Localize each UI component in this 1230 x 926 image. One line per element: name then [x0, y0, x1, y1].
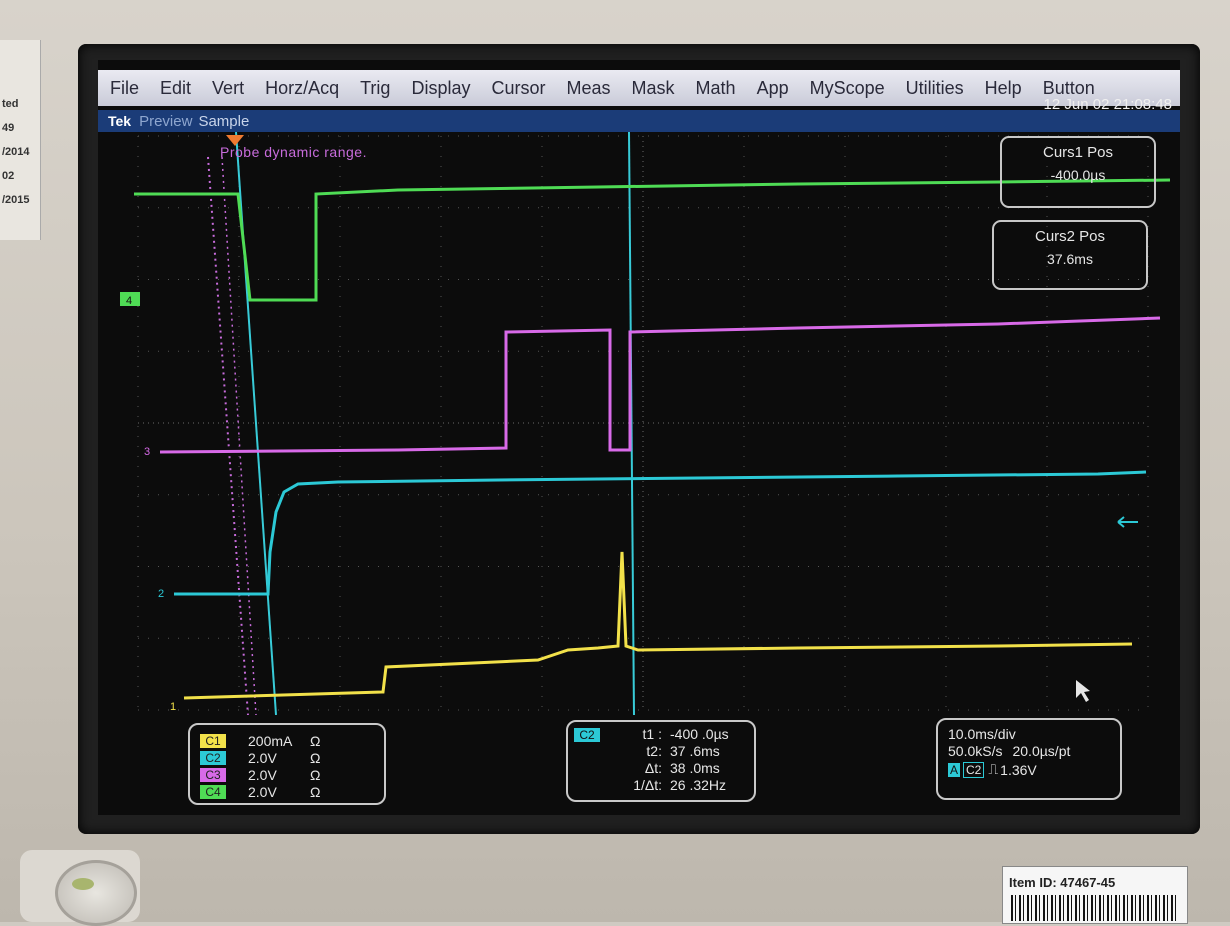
ch1-marker-label[interactable]: 1 — [170, 701, 176, 713]
cursor2-value: 37.6ms — [1047, 251, 1093, 267]
power-led-icon — [72, 878, 94, 890]
scope-screen: File Edit Vert Horz/Acq Trig Display Cur… — [98, 60, 1180, 815]
sticker-line: ted — [2, 98, 19, 110]
ch2-waveform — [174, 470, 1147, 596]
channel-settings-panel[interactable]: C1 200mA Ω C2 2.0V Ω C3 2.0V Ω C4 2.0V Ω — [188, 723, 386, 805]
meas-frequency-key: 1/Δt: — [633, 777, 662, 793]
menu-math[interactable]: Math — [696, 78, 736, 99]
asset-tag-text: Item ID: 47467-45 — [1009, 875, 1116, 890]
acquisition-mode-label: Sample — [198, 112, 250, 130]
status-bar: Tek Preview Sample — [98, 110, 1180, 132]
ch1-tag: C1 — [200, 734, 226, 748]
menu-file[interactable]: File — [110, 78, 139, 99]
ch2-marker-label[interactable]: 2 — [158, 588, 164, 600]
meas-frequency-value: 26 .32Hz — [670, 777, 727, 793]
cursor-measurement-panel[interactable]: C2 t1 : -400 .0µs t2: 37 .6ms Δt: 38 .0m… — [566, 720, 756, 802]
menu-app[interactable]: App — [757, 78, 789, 99]
menu-mask[interactable]: Mask — [632, 78, 675, 99]
power-button[interactable] — [55, 860, 137, 926]
sticker-line: /2015 — [2, 194, 30, 206]
trigger-a-tag: A — [948, 762, 961, 777]
ch2-impedance: Ω — [310, 750, 321, 766]
ch4-scale: 2.0V — [248, 784, 277, 800]
ch1-setting-row[interactable]: C1 200mA Ω — [200, 733, 326, 749]
trigger-slope-icon: ⎍ — [988, 761, 999, 777]
ch4-impedance: Ω — [310, 784, 321, 800]
ch1-waveform — [183, 551, 1133, 700]
meas-row-delta-t: Δt: 38 .0ms — [604, 760, 720, 776]
menu-display[interactable]: Display — [411, 78, 470, 99]
trigger-source-tag: C2 — [963, 761, 985, 778]
time-per-div: 10.0ms/div — [948, 726, 1016, 742]
measurement-source-tag: C2 — [574, 728, 600, 742]
ch3-impedance: Ω — [310, 767, 321, 783]
meas-t1-key: t1 : — [642, 726, 662, 742]
ch4-tag: C4 — [200, 785, 226, 799]
brand-label: Tek — [108, 113, 132, 129]
menu-trig[interactable]: Trig — [360, 78, 390, 99]
meas-row-frequency: 1/Δt: 26 .32Hz — [604, 777, 726, 793]
menu-bar: File Edit Vert Horz/Acq Trig Display Cur… — [98, 70, 1180, 106]
meas-t1-value: -400 .0µs — [670, 726, 729, 742]
ch2-tag: C2 — [200, 751, 226, 765]
meas-t2-key: t2: — [646, 743, 662, 759]
date-time: 12 Jun 02 21:08:48 — [1043, 96, 1172, 113]
menu-vert[interactable]: Vert — [212, 78, 244, 99]
menu-utilities[interactable]: Utilities — [906, 78, 964, 99]
ch3-marker-label[interactable]: 3 — [144, 446, 150, 458]
cursor1-title: Curs1 Pos — [1042, 144, 1114, 161]
ch1-impedance: Ω — [310, 733, 321, 749]
menu-cursor[interactable]: Cursor — [491, 78, 545, 99]
sticker-line: /2014 — [2, 146, 30, 158]
trigger-level: 1.36V — [1000, 761, 1037, 778]
meas-delta-t-key: Δt: — [644, 760, 662, 776]
ch4-marker-label: 4 — [126, 295, 132, 307]
asset-tag-label: Item ID: 47467-45 — [1002, 866, 1188, 924]
barcode-icon — [1011, 895, 1179, 921]
ch2-setting-row[interactable]: C2 2.0V Ω — [200, 750, 326, 766]
sample-rate: 50.0kS/s — [948, 743, 1003, 759]
timebase-trigger-panel[interactable]: 10.0ms/div 50.0kS/s 20.0µs/pt A C2 ⎍ 1.3… — [936, 718, 1122, 800]
meas-delta-t-value: 38 .0ms — [670, 760, 720, 776]
cursor2-title: Curs2 Pos — [1034, 228, 1106, 245]
probe-dynamic-range-message: Probe dynamic range. — [220, 144, 367, 160]
trigger-row[interactable]: A C2 ⎍ 1.36V — [948, 761, 1037, 778]
menu-edit[interactable]: Edit — [160, 78, 191, 99]
meas-t2-value: 37 .6ms — [670, 743, 720, 759]
time-per-point: 20.0µs/pt — [1012, 743, 1071, 759]
mouse-pointer-icon — [1076, 680, 1090, 702]
menu-help[interactable]: Help — [985, 78, 1022, 99]
sample-rate-row: 50.0kS/s 20.0µs/pt — [948, 743, 1070, 759]
ch1-scale: 200mA — [248, 733, 293, 749]
ch3-setting-row[interactable]: C3 2.0V Ω — [200, 767, 326, 783]
meas-row-t1: t1 : -400 .0µs — [604, 726, 729, 742]
cursor1-position-readout[interactable]: Curs1 Pos -400.0µs — [1000, 136, 1156, 208]
sticker-line: 49 — [2, 122, 15, 134]
ch3-tag: C3 — [200, 768, 226, 782]
trigger-level-arrow[interactable] — [1117, 516, 1138, 528]
menu-meas[interactable]: Meas — [567, 78, 611, 99]
sticker-line: 02 — [2, 170, 15, 182]
calibration-sticker: ted 49 /2014 02 /2015 — [0, 40, 41, 240]
ch4-setting-row[interactable]: C4 2.0V Ω — [200, 784, 326, 800]
preview-label: Preview — [139, 112, 193, 130]
ch3-scale: 2.0V — [248, 767, 277, 783]
ch3-waveform — [159, 316, 1161, 454]
cursor2-position-readout[interactable]: Curs2 Pos 37.6ms — [992, 220, 1148, 290]
menu-myscope[interactable]: MyScope — [810, 78, 885, 99]
meas-row-t2: t2: 37 .6ms — [604, 743, 720, 759]
ch2-scale: 2.0V — [248, 750, 277, 766]
menu-horz-acq[interactable]: Horz/Acq — [265, 78, 339, 99]
cursor1-value: -400.0µs — [1050, 167, 1106, 183]
